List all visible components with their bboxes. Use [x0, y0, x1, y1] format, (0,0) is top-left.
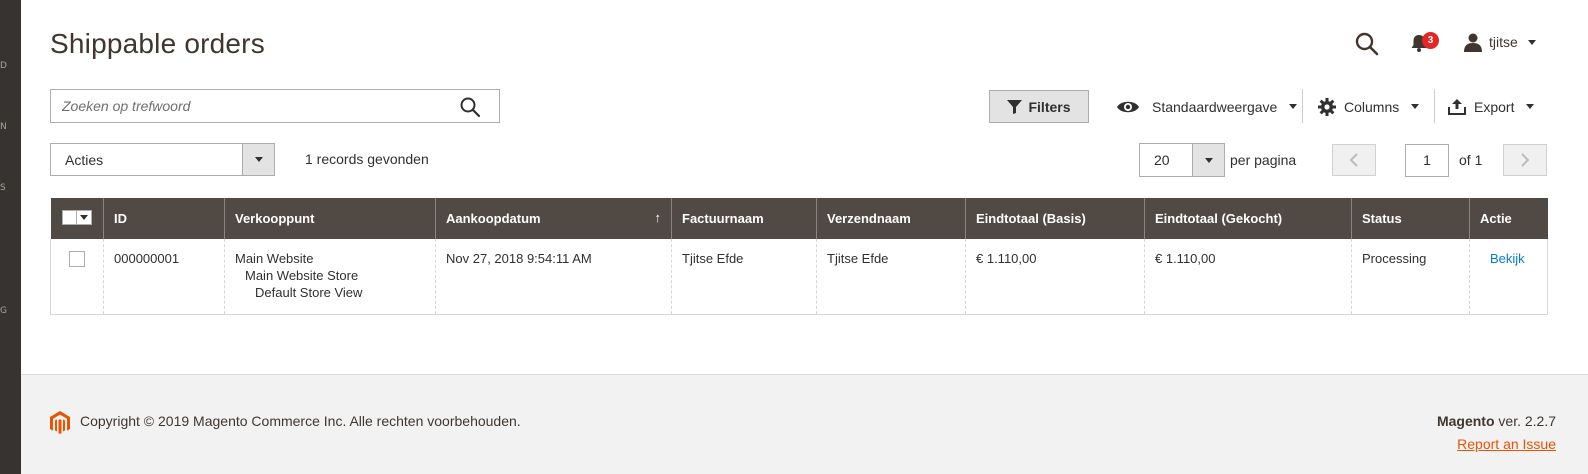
global-search-icon[interactable] [1354, 31, 1380, 57]
chevron-down-icon [1526, 104, 1535, 109]
table-row: 000000001 Main Website Main Website Stor… [50, 239, 1548, 314]
mass-select-header [50, 198, 104, 239]
column-header-bill-name[interactable]: Factuurnaam [671, 198, 817, 239]
row-select-cell [51, 239, 104, 314]
orders-grid: ID Verkooppunt Aankoopdatum ↑ Factuurnaa… [50, 198, 1548, 315]
sidebar-item-letter[interactable]: G [0, 306, 7, 316]
per-page-value: 20 [1154, 152, 1170, 168]
column-header-total-base[interactable]: Eindtotaal (Basis) [965, 198, 1145, 239]
order-status: Processing [1351, 239, 1470, 314]
magento-logo-icon [50, 411, 70, 435]
order-id: 000000001 [103, 239, 225, 314]
filters-button[interactable]: Filters [989, 90, 1089, 123]
sidebar-item-letter[interactable]: N [0, 122, 7, 132]
username-label: tjitse [1489, 34, 1518, 50]
search-submit-icon[interactable] [459, 96, 481, 118]
column-header-ship-name[interactable]: Verzendnaam [816, 198, 966, 239]
page-title: Shippable orders [50, 28, 265, 59]
view-switcher-label: Standaardweergave [1152, 98, 1278, 115]
export-control[interactable]: Export [1448, 90, 1535, 123]
column-header-status[interactable]: Status [1351, 198, 1470, 239]
user-icon [1464, 33, 1482, 52]
sidebar-item-letter[interactable]: D [0, 61, 7, 71]
column-header-purchase-date[interactable]: Aankoopdatum ↑ [435, 198, 672, 239]
column-header-id[interactable]: ID [103, 198, 225, 239]
row-checkbox[interactable] [69, 251, 85, 267]
eye-icon [1117, 101, 1139, 112]
page-footer: Copyright © 2019 Magento Commerce Inc. A… [21, 374, 1588, 474]
toolbar-divider [1302, 89, 1303, 123]
records-found-count: 1 records gevonden [305, 151, 429, 167]
sidebar-item-letter[interactable]: S [0, 183, 6, 193]
gear-icon [1318, 97, 1336, 116]
store-website: Main Website [235, 251, 314, 266]
view-switcher[interactable]: Standaardweergave [1116, 90, 1298, 123]
copyright-text: Copyright © 2019 Magento Commerce Inc. A… [80, 413, 521, 429]
keyword-search-box [50, 89, 500, 123]
column-header-store[interactable]: Verkooppunt [224, 198, 436, 239]
bill-to-name: Tjitse Efde [671, 239, 817, 314]
chevron-down-icon [1411, 104, 1420, 109]
total-pages-label: of 1 [1459, 152, 1483, 168]
grid-header-row: ID Verkooppunt Aankoopdatum ↑ Factuurnaa… [50, 198, 1548, 239]
keyword-search-input[interactable] [51, 90, 441, 122]
columns-label: Columns [1344, 98, 1400, 115]
mass-select-checkbox[interactable] [61, 209, 92, 225]
mass-actions-label: Acties [65, 151, 104, 168]
grand-total-purchased: € 1.110,00 [1144, 239, 1352, 314]
filters-button-label: Filters [1028, 98, 1071, 115]
sort-ascending-icon: ↑ [654, 210, 662, 225]
chevron-down-icon [242, 144, 274, 175]
chevron-down-icon [1192, 144, 1224, 176]
version-number: ver. 2.2.7 [1494, 413, 1556, 429]
view-order-link[interactable]: Bekijk [1490, 251, 1525, 266]
export-label: Export [1474, 98, 1515, 115]
column-header-label: Aankoopdatum [446, 211, 541, 226]
action-cell: Bekijk [1469, 239, 1548, 314]
store-group: Main Website Store [245, 268, 359, 283]
chevron-left-icon [1349, 153, 1358, 167]
version-info: Magento ver. 2.2.7 [1437, 413, 1556, 429]
user-account-menu[interactable]: tjitse [1463, 30, 1536, 54]
previous-page-button[interactable] [1332, 144, 1376, 176]
brand-name: Magento [1436, 413, 1495, 429]
chevron-down-icon [1289, 104, 1298, 109]
toolbar-divider [1434, 89, 1435, 123]
per-page-select[interactable]: 20 [1139, 143, 1225, 177]
column-header-action: Actie [1469, 198, 1548, 239]
store-cell: Main Website Main Website Store Default … [224, 239, 436, 314]
per-page-label: per pagina [1230, 152, 1297, 168]
funnel-icon [1007, 99, 1023, 114]
export-icon [1448, 98, 1466, 115]
chevron-down-icon [1527, 39, 1536, 45]
store-view: Default Store View [255, 285, 363, 300]
report-issue-link[interactable]: Report an Issue [1457, 436, 1556, 452]
chevron-down-icon[interactable] [76, 209, 92, 225]
admin-sidebar: D N S G [0, 0, 21, 474]
columns-control[interactable]: Columns [1318, 90, 1420, 123]
mass-actions-select[interactable]: Acties [50, 143, 275, 176]
ship-to-name: Tjitse Efde [816, 239, 966, 314]
grand-total-base: € 1.110,00 [965, 239, 1145, 314]
purchase-date: Nov 27, 2018 9:54:11 AM [435, 239, 672, 314]
chevron-right-icon [1521, 153, 1530, 167]
current-page-input[interactable]: 1 [1405, 144, 1449, 177]
notification-count-badge[interactable]: 3 [1422, 32, 1439, 49]
column-header-total-purchased[interactable]: Eindtotaal (Gekocht) [1144, 198, 1352, 239]
next-page-button[interactable] [1503, 144, 1547, 176]
